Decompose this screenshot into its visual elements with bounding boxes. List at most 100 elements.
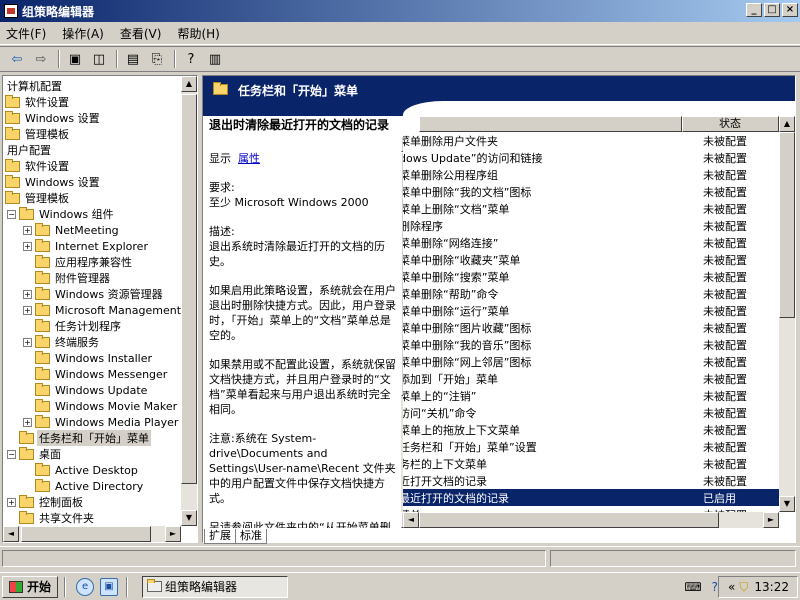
tree-item[interactable]: Windows Installer xyxy=(3,350,183,366)
list-item[interactable]: 菜单上的拖放上下文菜单 未被配置 xyxy=(403,421,779,438)
scroll-down-arrow[interactable]: ▼ xyxy=(181,510,197,526)
expand-icon[interactable]: + xyxy=(23,241,32,251)
tree-item[interactable]: + Windows Media Player xyxy=(3,414,183,430)
tree-vscrollbar[interactable]: ▲ ▼ xyxy=(181,76,197,526)
menu-help[interactable]: 帮助(H) xyxy=(177,25,219,42)
expand-icon[interactable]: + xyxy=(23,305,32,315)
tree-item[interactable]: + 控制面板 xyxy=(3,494,183,510)
network-icon[interactable]: ⌨ xyxy=(684,580,701,594)
expand-icon[interactable]: + xyxy=(23,337,32,347)
list-item[interactable]: 最近打开的文档的记录 已启用 xyxy=(403,489,779,506)
list-item[interactable]: 菜单删除“帮助”命令 未被配置 xyxy=(403,285,779,302)
back-arrow-icon[interactable]: ⇦ xyxy=(6,49,28,69)
taskbar-item-gpedit[interactable]: 组策略编辑器 xyxy=(142,575,289,598)
h-scroll-thumb[interactable] xyxy=(21,526,151,542)
tree-item[interactable]: 附件管理器 xyxy=(3,270,183,286)
tree-item[interactable]: 软件设置 xyxy=(3,158,183,174)
start-button[interactable]: 开始 xyxy=(2,575,59,598)
maximize-button[interactable]: □ xyxy=(764,3,780,17)
scroll-left-arrow[interactable]: ◄ xyxy=(403,512,419,528)
properties-icon[interactable]: ▤ xyxy=(122,49,144,69)
tree-item[interactable]: 应用程序兼容性 xyxy=(3,254,183,270)
up-folder-icon[interactable]: ▣ xyxy=(64,49,86,69)
tree-item[interactable]: Active Desktop xyxy=(3,462,183,478)
menu-action[interactable]: 操作(A) xyxy=(62,25,104,42)
list-item[interactable]: 近打开文档的记录 未被配置 xyxy=(403,472,779,489)
tab-extended[interactable]: 扩展 xyxy=(204,529,236,544)
list-item[interactable]: 菜单中删除“运行”菜单 未被配置 xyxy=(403,302,779,319)
help-tray-icon[interactable]: ? xyxy=(712,580,718,594)
tree-hscrollbar[interactable]: ◄ ► xyxy=(3,526,181,542)
tree-item[interactable]: 软件设置 xyxy=(3,94,183,110)
scroll-right-arrow[interactable]: ► xyxy=(763,512,779,528)
tree-item[interactable]: 任务计划程序 xyxy=(3,318,183,334)
expand-icon[interactable]: + xyxy=(23,289,32,299)
scroll-right-arrow[interactable]: ► xyxy=(165,526,181,542)
expand-tray-icon[interactable]: « xyxy=(728,580,735,594)
show-tree-icon[interactable]: ◫ xyxy=(88,49,110,69)
show-desktop-icon[interactable]: ▣ xyxy=(100,577,119,596)
list-item[interactable]: 任务栏和「开始」菜单”设置 未被配置 xyxy=(403,438,779,455)
tree-item[interactable]: + NetMeeting xyxy=(3,222,183,238)
list-item[interactable]: 菜单中删除“图片收藏”图标 未被配置 xyxy=(403,319,779,336)
list-item[interactable]: 菜单上的“注销” 未被配置 xyxy=(403,387,779,404)
expand-icon[interactable]: + xyxy=(7,497,16,507)
tab-standard[interactable]: 标准 xyxy=(235,529,267,544)
list-item[interactable]: 菜单中删除“网上邻居”图标 未被配置 xyxy=(403,353,779,370)
tree-item[interactable]: Windows 设置 xyxy=(3,174,183,190)
expand-icon[interactable]: + xyxy=(23,225,32,235)
tree-item[interactable]: Windows Update xyxy=(3,382,183,398)
minimize-button[interactable]: _ xyxy=(746,3,762,17)
scroll-up-arrow[interactable]: ▲ xyxy=(779,116,795,132)
tree-item[interactable]: Active Directory xyxy=(3,478,183,494)
tree-pane[interactable]: 计算机配置 软件设置 Windows 设置 管理模板 用户配置 软件设置 Windows 设… xyxy=(2,75,198,543)
title-bar[interactable]: 组策略编辑器 _ □ × xyxy=(0,0,800,22)
list-item[interactable]: 菜单中删除“我的文档”图标 未被配置 xyxy=(403,183,779,200)
collapse-icon[interactable]: − xyxy=(7,449,16,459)
list-item[interactable]: 务栏的上下文菜单 未被配置 xyxy=(403,455,779,472)
list-item[interactable]: 菜单删除“网络连接” 未被配置 xyxy=(403,234,779,251)
tree-item[interactable]: 管理模板 xyxy=(3,190,183,206)
list-item[interactable]: 添加到「开始」菜单 未被配置 xyxy=(403,370,779,387)
column-setting[interactable] xyxy=(419,116,682,132)
export-list-icon[interactable]: ⎘ xyxy=(146,49,168,69)
help-icon[interactable]: ? xyxy=(180,49,202,69)
list-hscrollbar[interactable]: ◄ ► xyxy=(403,512,779,528)
tree-item[interactable]: + 终端服务 xyxy=(3,334,183,350)
internet-explorer-icon[interactable]: e xyxy=(76,577,95,596)
list-vscrollbar[interactable]: ▲ ▼ xyxy=(779,116,795,512)
tree-item[interactable]: 计算机配置 xyxy=(3,78,183,94)
scroll-left-arrow[interactable]: ◄ xyxy=(3,526,19,542)
tree-item[interactable]: Windows 设置 xyxy=(3,110,183,126)
security-shield-icon[interactable]: ⛉ xyxy=(739,580,748,595)
list-item[interactable]: 菜单上删除“文档”菜单 未被配置 xyxy=(403,200,779,217)
list-item[interactable]: dows Update”的访问和链接 未被配置 xyxy=(403,149,779,166)
properties-link[interactable]: 属性 xyxy=(238,152,260,165)
scroll-thumb[interactable] xyxy=(181,94,197,484)
list-item[interactable]: 菜单中删除“收藏夹”菜单 未被配置 xyxy=(403,251,779,268)
list-item[interactable]: 菜单中删除“我的音乐”图标 未被配置 xyxy=(403,336,779,353)
tree-item[interactable]: 管理模板 xyxy=(3,126,183,142)
close-button[interactable]: × xyxy=(782,3,798,17)
tree-item[interactable]: + Internet Explorer xyxy=(3,238,183,254)
scroll-up-arrow[interactable]: ▲ xyxy=(181,76,197,92)
tree-item[interactable]: 用户配置 xyxy=(3,142,183,158)
tree-item[interactable]: − 桌面 xyxy=(3,446,183,462)
tree-item[interactable]: + Microsoft Management xyxy=(3,302,183,318)
list-item[interactable]: 菜单中删除“搜索”菜单 未被配置 xyxy=(403,268,779,285)
list-item[interactable]: 删除程序 未被配置 xyxy=(403,217,779,234)
tree-item[interactable]: Windows Messenger xyxy=(3,366,183,382)
scroll-down-arrow[interactable]: ▼ xyxy=(779,496,795,512)
column-state[interactable]: 状态 xyxy=(681,116,779,132)
tree-item[interactable]: − Windows 组件 xyxy=(3,206,183,222)
scroll-thumb[interactable] xyxy=(779,132,795,318)
collapse-icon[interactable]: − xyxy=(7,209,16,219)
tree-item[interactable]: + Windows 资源管理器 xyxy=(3,286,183,302)
h-scroll-thumb[interactable] xyxy=(419,512,719,528)
console-icon[interactable]: ▥ xyxy=(204,49,226,69)
forward-arrow-icon[interactable]: ⇨ xyxy=(30,49,52,69)
list-item[interactable]: 菜单删除公用程序组 未被配置 xyxy=(403,166,779,183)
tree-item[interactable]: 任务栏和「开始」菜单 xyxy=(3,430,183,446)
list-item[interactable]: 菜单删除用户文件夹 未被配置 xyxy=(403,132,779,149)
menu-file[interactable]: 文件(F) xyxy=(6,25,46,42)
